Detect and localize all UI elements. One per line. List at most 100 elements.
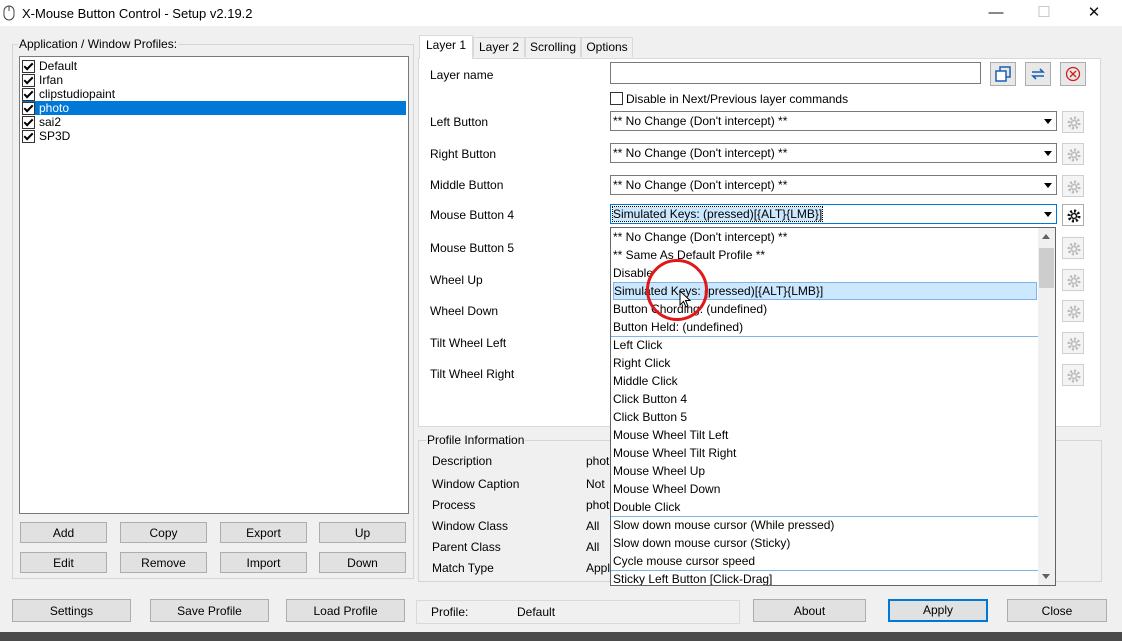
gear-icon [1067, 337, 1081, 351]
wheel-up-settings[interactable] [1062, 269, 1084, 291]
add-button[interactable]: Add [20, 522, 107, 543]
chevron-down-icon[interactable] [1042, 574, 1050, 579]
checkbox[interactable] [22, 102, 35, 115]
gear-icon [1067, 274, 1081, 288]
profile-item[interactable]: Irfan [22, 73, 406, 87]
checkbox[interactable] [22, 130, 35, 143]
tilt-wheel-left-settings[interactable] [1062, 332, 1084, 354]
chevron-down-icon [1044, 151, 1052, 156]
profiles-label: Application / Window Profiles: [18, 37, 179, 51]
info-value: Not [586, 477, 605, 491]
cursor-arrow-icon [679, 290, 691, 308]
chevron-down-icon [1044, 183, 1052, 188]
profile-info-title: Profile Information [426, 433, 526, 447]
dropdown-option[interactable]: Left Click [613, 336, 1037, 354]
mouse-button-4-select[interactable]: Simulated Keys: (pressed)[{ALT}{LMB}] [610, 204, 1057, 224]
dropdown-option[interactable]: Slow down mouse cursor (While pressed) [613, 516, 1037, 534]
profile-item[interactable]: Default [22, 59, 406, 73]
profile-status-label: Profile: [431, 605, 469, 619]
mouse-button-5-settings[interactable] [1062, 237, 1084, 259]
checkbox[interactable] [22, 88, 35, 101]
wheel-down-settings[interactable] [1062, 300, 1084, 322]
profiles-list[interactable]: Default Irfan clipstudiopaint photo sai2… [19, 56, 409, 514]
middle-button-settings[interactable] [1062, 175, 1084, 197]
checkbox[interactable] [22, 74, 35, 87]
gear-icon [1067, 369, 1081, 383]
gear-icon [1067, 242, 1081, 256]
copy-icon [995, 66, 1011, 82]
tilt-wheel-right-settings[interactable] [1062, 364, 1084, 386]
swap-arrows-icon [1031, 68, 1045, 80]
left-button-select[interactable]: ** No Change (Don't intercept) ** [610, 111, 1057, 131]
info-value: phot [586, 498, 610, 512]
profile-item-selected[interactable]: photo [22, 101, 406, 115]
tab-options[interactable]: Options [581, 37, 633, 57]
layer-name-input[interactable] [610, 62, 981, 84]
scrollbar-thumb[interactable] [1039, 248, 1054, 288]
right-button-settings[interactable] [1062, 143, 1084, 165]
import-button[interactable]: Import [220, 552, 307, 573]
mouse-button-4-label: Mouse Button 4 [430, 208, 515, 222]
tab-scrolling[interactable]: Scrolling [525, 37, 581, 57]
dropdown-option[interactable]: Click Button 4 [613, 390, 1037, 408]
copy-button[interactable]: Copy [120, 522, 207, 543]
maximize-button[interactable]: ☐ [1021, 0, 1067, 26]
dropdown-option[interactable]: Mouse Wheel Tilt Left [613, 426, 1037, 444]
dropdown-option[interactable]: ** No Change (Don't intercept) ** [613, 228, 1037, 246]
dropdown-option[interactable]: Cycle mouse cursor speed [613, 552, 1037, 570]
dropdown-option[interactable]: Double Click [613, 498, 1037, 516]
clear-layer-button[interactable] [1060, 62, 1086, 86]
about-button[interactable]: About [753, 599, 866, 622]
profile-item[interactable]: clipstudiopaint [22, 87, 406, 101]
info-label: Window Class [432, 519, 509, 533]
export-button[interactable]: Export [220, 522, 307, 543]
dropdown-option[interactable]: Click Button 5 [613, 408, 1037, 426]
info-label: Match Type [432, 561, 494, 575]
swap-layer-button[interactable] [1025, 62, 1051, 86]
down-button[interactable]: Down [319, 552, 406, 573]
gear-icon [1067, 180, 1081, 194]
middle-button-select[interactable]: ** No Change (Don't intercept) ** [610, 175, 1057, 195]
remove-button[interactable]: Remove [120, 552, 207, 573]
checkbox[interactable] [22, 60, 35, 73]
left-button-settings[interactable] [1062, 111, 1084, 133]
checkbox[interactable] [22, 116, 35, 129]
mouse-button-5-label: Mouse Button 5 [430, 241, 515, 255]
save-profile-button[interactable]: Save Profile [150, 599, 269, 622]
settings-button[interactable]: Settings [12, 599, 131, 622]
dropdown-scrollbar[interactable] [1038, 228, 1055, 585]
wheel-up-label: Wheel Up [430, 273, 483, 287]
mouse-icon [3, 5, 15, 21]
edit-button[interactable]: Edit [20, 552, 107, 573]
wheel-down-label: Wheel Down [430, 304, 499, 318]
minimize-button[interactable]: — [973, 0, 1019, 26]
tab-layer-1[interactable]: Layer 1 [419, 35, 473, 59]
close-window-button[interactable]: ✕ [1071, 0, 1117, 26]
right-button-select[interactable]: ** No Change (Don't intercept) ** [610, 143, 1057, 163]
dropdown-option[interactable]: Mouse Wheel Up [613, 462, 1037, 480]
close-button[interactable]: Close [1007, 599, 1107, 622]
chevron-up-icon[interactable] [1042, 234, 1050, 239]
window-title: X-Mouse Button Control - Setup v2.19.2 [22, 6, 253, 21]
load-profile-button[interactable]: Load Profile [286, 599, 405, 622]
up-button[interactable]: Up [319, 522, 406, 543]
dropdown-option[interactable]: Slow down mouse cursor (Sticky) [613, 534, 1037, 552]
profile-item[interactable]: SP3D [22, 129, 406, 143]
click-highlight-circle [646, 259, 708, 321]
profile-status-value: Default [517, 605, 556, 619]
tilt-wheel-right-label: Tilt Wheel Right [430, 367, 515, 381]
apply-button[interactable]: Apply [888, 599, 988, 622]
disable-checkbox[interactable] [610, 92, 623, 105]
dropdown-option[interactable]: Mouse Wheel Tilt Right [613, 444, 1037, 462]
profile-item[interactable]: sai2 [22, 115, 406, 129]
profile-status-box: Profile: Default [416, 600, 740, 624]
dropdown-option[interactable]: Mouse Wheel Down [613, 480, 1037, 498]
mouse-button-4-settings[interactable] [1062, 204, 1084, 226]
tab-layer-2[interactable]: Layer 2 [473, 37, 525, 57]
title-bar[interactable]: X-Mouse Button Control - Setup v2.19.2 —… [0, 0, 1122, 26]
copy-layer-button[interactable] [990, 62, 1016, 86]
chevron-down-icon [1044, 212, 1052, 217]
dropdown-option[interactable]: Middle Click [613, 372, 1037, 390]
dropdown-option[interactable]: Sticky Left Button [Click-Drag] [613, 570, 1037, 585]
dropdown-option[interactable]: Right Click [613, 354, 1037, 372]
